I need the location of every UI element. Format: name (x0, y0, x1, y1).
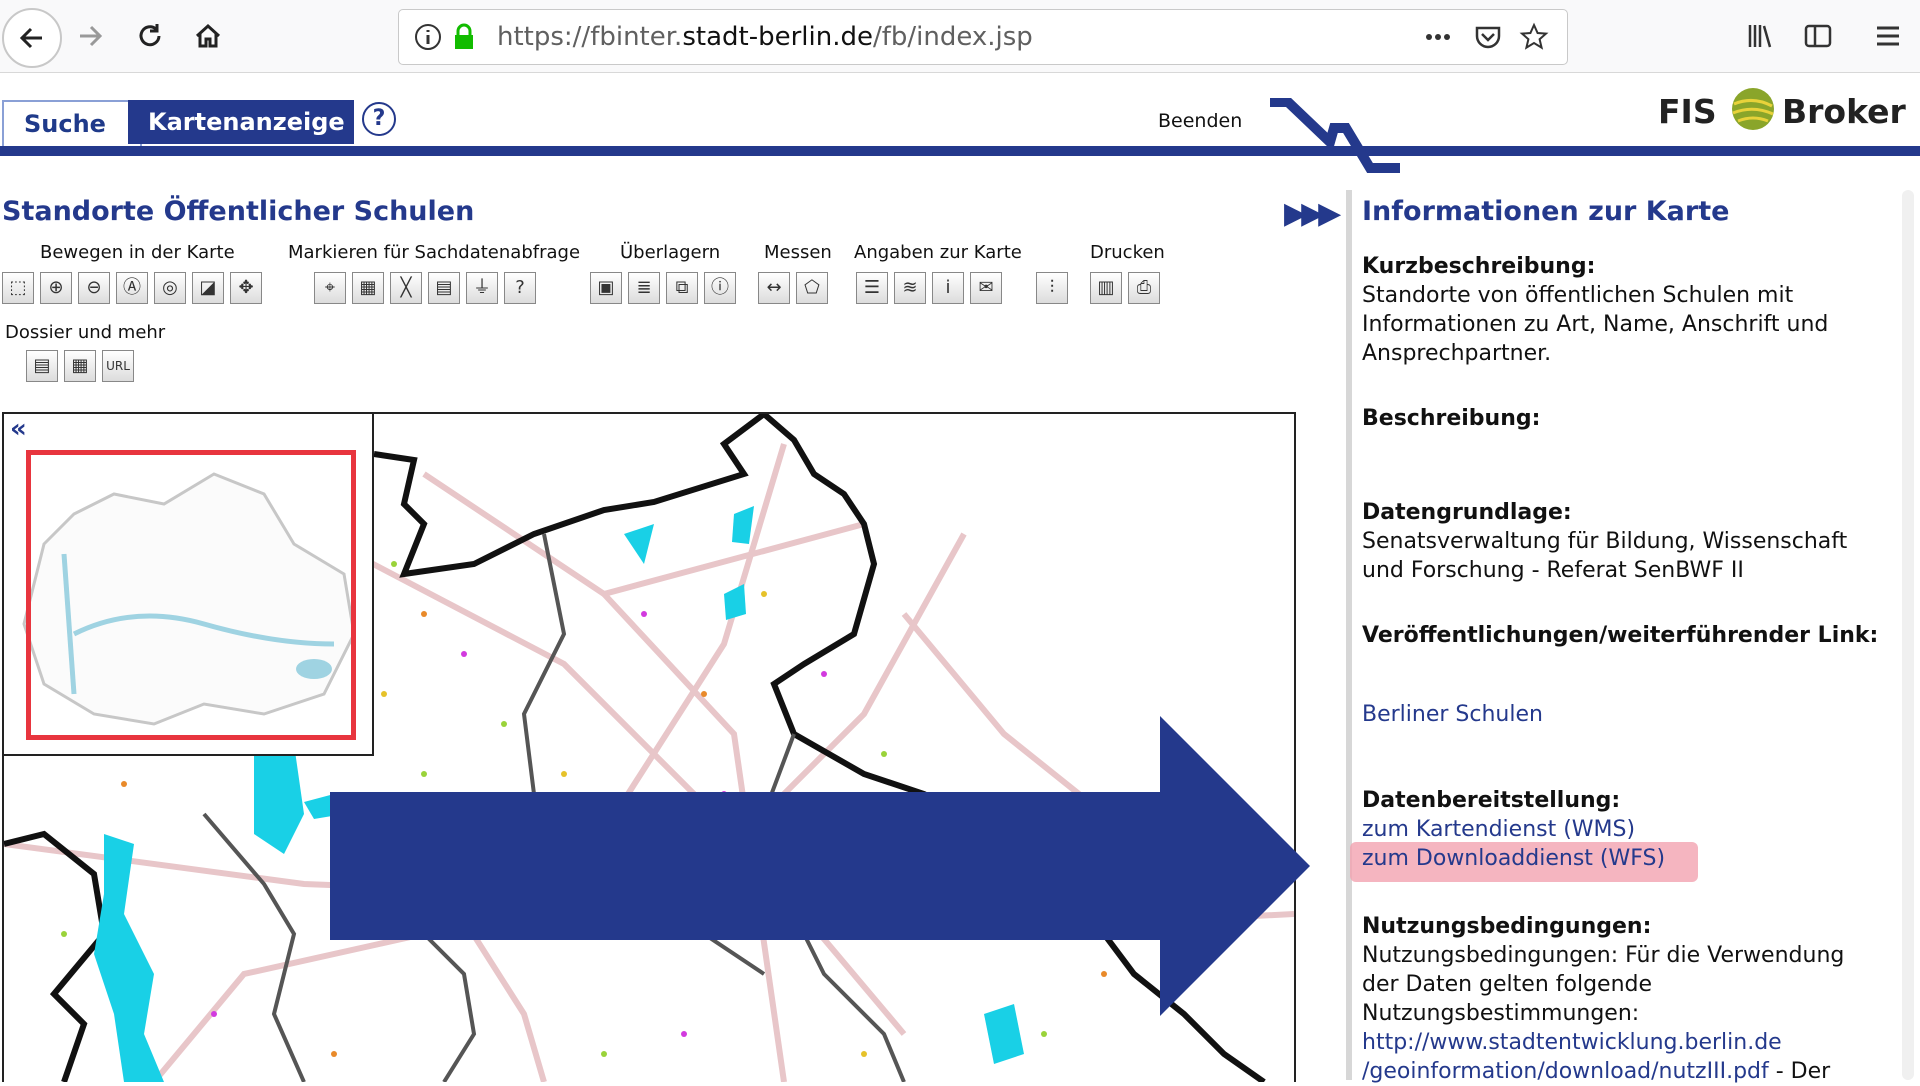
info-scrollbar[interactable] (1902, 190, 1914, 1080)
measure-distance-icon[interactable]: ↔ (758, 272, 790, 304)
reload-button[interactable] (126, 12, 174, 60)
group-label-dossier: Dossier und mehr (5, 322, 166, 343)
terms-heading: Nutzungsbedingungen: (1362, 914, 1652, 939)
terms-link-2[interactable]: /geoinformation/download/nutzIII.pdf (1362, 1059, 1769, 1084)
mail-icon[interactable]: ✉ (970, 272, 1002, 304)
filter-icon[interactable]: ⏚ (466, 272, 498, 304)
wfs-link[interactable]: zum Downloaddienst (WFS) (1362, 844, 1665, 873)
overlay-map-icon[interactable]: ▣ (590, 272, 622, 304)
pan-icon[interactable]: ✥ (230, 272, 262, 304)
logo-globe-icon (1732, 88, 1774, 130)
pocket-icon[interactable] (1473, 22, 1503, 52)
table-icon[interactable]: ▤ (428, 272, 460, 304)
zoom-full-icon[interactable]: ◎ (154, 272, 186, 304)
group-label-overlay: Überlagern (620, 242, 721, 263)
annotation-arrow (330, 716, 1310, 1016)
logo-text-fis: FIS (1658, 92, 1717, 131)
dossier-icon[interactable]: ▤ (26, 350, 58, 382)
overview-map[interactable]: « (2, 412, 374, 756)
terms-link-line-2: /geoinformation/download/nutzIII.pdf - D… (1362, 1057, 1882, 1086)
header-zigzag-decoration (1270, 98, 1400, 173)
overlay-list-icon[interactable]: ≣ (628, 272, 660, 304)
data-basis-heading: Datengrundlage: (1362, 500, 1572, 525)
berliner-schulen-link[interactable]: Berliner Schulen (1362, 700, 1543, 729)
group-label-select: Markieren für Sachdatenabfrage (288, 242, 581, 263)
home-button[interactable] (184, 12, 232, 60)
arrow-right-icon (80, 25, 103, 47)
printer-icon[interactable]: ⎙ (1128, 272, 1160, 304)
select-rect-icon[interactable]: ▦ (352, 272, 384, 304)
bookmark-star-icon[interactable] (1519, 22, 1549, 52)
panel-splitter[interactable] (1346, 190, 1352, 1080)
terms-text: Nutzungsbedingungen: Für die Verwendung … (1362, 943, 1845, 1026)
short-description-heading: Kurzbeschreibung: (1362, 254, 1596, 279)
overlay-layers-icon[interactable]: ⧉ (666, 272, 698, 304)
app-header: Suche Kartenanzeige ? Beenden FIS Broker (0, 80, 1920, 173)
logo-text-broker: Broker (1782, 92, 1906, 131)
query-icon[interactable]: ? (504, 272, 536, 304)
zoom-address-icon[interactable]: Ⓐ (116, 272, 148, 304)
url-text: https://fbinter.stadt-berlin.de/fb/index… (497, 22, 1033, 52)
map-info-icon[interactable]: i (932, 272, 964, 304)
description-heading: Beschreibung: (1362, 406, 1541, 431)
arrow-left-icon (19, 27, 42, 49)
home-icon (195, 23, 221, 48)
header-divider (0, 146, 1920, 156)
terms-link-line-1[interactable]: http://www.stadtentwicklung.berlin.de (1362, 1028, 1782, 1057)
fis-broker-logo: FIS Broker (1658, 86, 1920, 142)
group-label-print: Drucken (1090, 242, 1165, 263)
short-description-text: Standorte von öffentlichen Schulen mit I… (1362, 283, 1829, 366)
group-label-measure: Messen (764, 242, 832, 263)
info-icon[interactable] (413, 22, 443, 52)
overview-map-icon[interactable]: ◪ (192, 272, 224, 304)
data-provision-heading: Datenbereitstellung: (1362, 788, 1621, 813)
terms-tail-text: - Der (1768, 1059, 1831, 1084)
reload-icon (139, 24, 161, 47)
forward-button[interactable] (66, 12, 114, 60)
measure-area-icon[interactable]: ⬠ (796, 272, 828, 304)
overlay-info-icon[interactable]: ⓘ (704, 272, 736, 304)
tab-search[interactable]: Suche (2, 100, 142, 146)
quit-link[interactable]: Beenden (1158, 110, 1242, 132)
layers-icon[interactable]: ≋ (894, 272, 926, 304)
back-button[interactable] (2, 8, 62, 68)
legend-icon[interactable]: ☰ (856, 272, 888, 304)
collapse-overview-icon[interactable]: « (10, 414, 27, 444)
zoom-in-icon[interactable]: ⊕ (40, 272, 72, 304)
tab-map[interactable]: Kartenanzeige (128, 100, 354, 144)
map-title: Standorte Öffentlicher Schulen (2, 196, 475, 227)
wms-link[interactable]: zum Kartendienst (WMS) (1362, 815, 1635, 844)
data-basis-text: Senatsverwaltung für Bildung, Wissenscha… (1362, 529, 1848, 583)
sidebar-button[interactable] (1794, 12, 1842, 60)
select-object-icon[interactable]: ⌖ (314, 272, 346, 304)
publications-heading: Veröffentlichungen/weiterführender Link: (1362, 623, 1879, 648)
group-label-navigate: Bewegen in der Karte (40, 242, 235, 263)
zoom-out-icon[interactable]: ⊖ (78, 272, 110, 304)
lock-icon (455, 23, 473, 49)
browser-toolbar: https://fbinter.stadt-berlin.de/fb/index… (0, 0, 1920, 73)
sidebar-icon (1804, 24, 1832, 48)
help-icon[interactable]: ? (362, 102, 396, 136)
group-label-map-info: Angaben zur Karte (854, 242, 1022, 263)
hamburger-icon (1877, 26, 1899, 46)
settings-sliders-icon[interactable]: ⫶ (1036, 272, 1068, 304)
report-icon[interactable]: ▦ (64, 350, 96, 382)
info-title: Informationen zur Karte (1362, 196, 1730, 227)
select-line-icon[interactable]: ╳ (390, 272, 422, 304)
select-area-tool-icon[interactable]: ⬚ (2, 272, 34, 304)
library-button[interactable] (1736, 12, 1784, 60)
library-icon (1748, 25, 1772, 48)
menu-button[interactable] (1864, 12, 1912, 60)
expand-panel-arrows[interactable]: ▶▶▶ (1284, 196, 1341, 231)
more-options-icon[interactable] (1423, 22, 1453, 52)
url-bar[interactable]: https://fbinter.stadt-berlin.de/fb/index… (398, 9, 1568, 65)
overview-viewport-frame[interactable] (26, 450, 356, 740)
pdf-icon[interactable]: ▥ (1090, 272, 1122, 304)
url-icon[interactable]: URL (102, 350, 134, 382)
